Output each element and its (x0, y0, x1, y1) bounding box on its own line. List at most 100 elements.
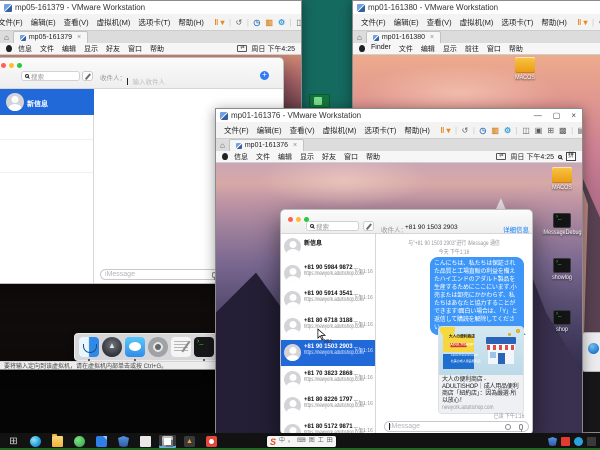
menu-item-编辑[interactable]: 编辑 (274, 152, 296, 162)
tab-close-icon[interactable]: × (293, 142, 297, 149)
taskbar-security-shield-app[interactable] (115, 435, 132, 448)
apple-menu-icon[interactable] (359, 45, 365, 52)
menu-item-信息[interactable]: 信息 (230, 152, 252, 162)
background-mini-window[interactable] (582, 332, 600, 372)
vmware-tabbar[interactable]: ⌂ mp01-161380 × (353, 30, 600, 43)
windows-taskbar[interactable]: ⊞ S 中。⌨图工田 (0, 433, 600, 450)
tab-close-icon[interactable]: × (77, 34, 81, 41)
menu-item-信息[interactable]: 信息 (14, 44, 36, 54)
menu-item-虚拟机(M)[interactable]: 虚拟机(M) (456, 17, 498, 28)
menu-item-帮助[interactable]: 帮助 (505, 44, 527, 54)
link-preview-card[interactable]: 大人の便利商店 ADULTISHOP ADULTISHOP.COM！ 北美の成人… (438, 326, 524, 414)
menu-item-文件(F)[interactable]: 文件(F) (0, 17, 27, 28)
taskbar-file-explorer[interactable] (49, 435, 66, 448)
conversation-row[interactable]: +81 70 3823 2868https://newyork.adultish… (281, 367, 376, 393)
sogou-ime-bar[interactable]: S 中。⌨图工田 (267, 436, 336, 447)
window-titlebar[interactable]: mp01-161376 - VMware Workstation — ▢ × (216, 109, 582, 122)
window-titlebar[interactable]: mp05-161379 - VMware Workstation (0, 1, 301, 14)
toolbar-button[interactable]: ‖ ▾ (212, 18, 227, 27)
menu-item-查看(V)[interactable]: 查看(V) (423, 17, 456, 28)
desktop-icon-showlog[interactable]: showlog (540, 258, 582, 281)
dock-messages-icon[interactable] (125, 337, 145, 357)
menu-item-文件(F)[interactable]: 文件(F) (220, 125, 253, 136)
taskbar-start-button[interactable]: ⊞ (5, 435, 22, 448)
menu-item-文件[interactable]: 文件 (252, 152, 274, 162)
desktop-icon-MACOS[interactable]: MACOS (503, 57, 547, 81)
toolbar-button[interactable]: ◫ (520, 126, 533, 135)
imessage-input[interactable]: iMessage (384, 421, 529, 432)
toolbar-button[interactable]: ◫ (294, 18, 301, 27)
toolbar-button[interactable]: ▥ (263, 18, 276, 27)
tray-blue-app-icon[interactable] (574, 437, 583, 446)
toolbar-button[interactable]: ▤ (575, 126, 582, 135)
menu-item-文件[interactable]: 文件 (395, 44, 417, 54)
minimize-button[interactable] (296, 217, 301, 222)
vmware-tabbar[interactable]: ⌂ mp05-161379 × (0, 30, 301, 43)
close-button[interactable] (1, 63, 6, 68)
desktop-icon-shop[interactable]: shop (540, 310, 582, 333)
toolbar-button[interactable]: ⚙ (501, 126, 513, 135)
conversation-row-selected[interactable]: 新信息 (0, 89, 94, 115)
display-status-icon[interactable]: ⇄ (237, 45, 247, 52)
emoji-icon[interactable] (505, 424, 511, 430)
conversation-row[interactable]: +81 90 5914 3541https://newyork.adultish… (281, 287, 376, 313)
window-titlebar[interactable]: mp01-161380 - VMware Workstation (353, 1, 600, 14)
spotlight-icon[interactable] (558, 155, 562, 159)
desktop-shortcut-icon[interactable] (309, 94, 330, 108)
menu-item-显示[interactable]: 显示 (439, 44, 461, 54)
sogou-tool-icon[interactable]: 中 (279, 436, 285, 447)
vm-screen-center[interactable]: MACOSiMessageDebugshowlogshop 搜索 收件人： +8… (216, 163, 582, 449)
menu-item-好友[interactable]: 好友 (102, 44, 124, 54)
toolbar-button[interactable]: ‖ ▾ (575, 18, 590, 27)
messages-window[interactable]: 搜索 收件人： +81 90 1503 2903 详细信息 新信息+81 90 … (280, 209, 533, 435)
close-button[interactable]: × (571, 111, 576, 120)
toolbar-button[interactable]: ▥ (489, 126, 502, 135)
minimize-button[interactable] (9, 63, 14, 68)
menubar-clock[interactable]: 周日 下午4:25 (251, 44, 295, 54)
menu-item-窗口[interactable]: 窗口 (124, 44, 146, 54)
taskbar-white-doc-app[interactable] (137, 435, 154, 448)
conversation-list[interactable]: 新信息 (0, 89, 94, 283)
menu-item-显示[interactable]: 显示 (296, 152, 318, 162)
vmware-window-center[interactable]: mp01-161376 - VMware Workstation — ▢ × 文… (215, 108, 583, 450)
toolbar-button[interactable]: ⚙ (275, 18, 287, 27)
imessage-input[interactable]: iMessage (100, 269, 221, 280)
menu-item-好友[interactable]: 好友 (318, 152, 340, 162)
sogou-logo-icon[interactable]: S (270, 437, 276, 447)
menu-item-帮助(H)[interactable]: 帮助(H) (174, 17, 207, 28)
home-tab-icon[interactable]: ⌂ (218, 141, 229, 151)
menu-item-帮助[interactable]: 帮助 (146, 44, 168, 54)
toolbar-button[interactable]: ▩ (557, 126, 570, 135)
tab-close-icon[interactable]: × (430, 34, 434, 41)
toolbar-button[interactable]: ↺ (459, 126, 471, 135)
tray-red-app-icon[interactable] (561, 437, 570, 446)
toolbar-button[interactable]: ⊞ (545, 126, 557, 135)
menu-item-虚拟机(M)[interactable]: 虚拟机(M) (319, 125, 361, 136)
dock-textedit-icon[interactable] (171, 337, 191, 357)
taskbar-blue-doc-app[interactable] (93, 435, 110, 448)
conversation-row[interactable]: +81 80 8226 1797https://newyork.adultish… (281, 393, 376, 419)
vm-tab[interactable]: mp01-161376 × (229, 139, 304, 151)
display-status-icon[interactable]: ⇄ (496, 153, 506, 160)
menu-item-编辑(E)[interactable]: 编辑(E) (253, 125, 286, 136)
conversation-list[interactable]: 新信息+81 90 5984 9872https://newyork.adult… (281, 234, 376, 434)
system-tray[interactable] (548, 437, 596, 446)
menu-item-选项卡(T)[interactable]: 选项卡(T) (497, 17, 537, 28)
menu-item-前往[interactable]: 前往 (461, 44, 483, 54)
menu-item-帮助(H)[interactable]: 帮助(H) (537, 17, 570, 28)
toolbar-button[interactable]: ◷ (251, 18, 263, 27)
menu-item-窗口[interactable]: 窗口 (483, 44, 505, 54)
dock-terminal-icon[interactable] (194, 337, 214, 357)
maximize-button[interactable]: ▢ (553, 111, 561, 120)
sogou-tool-icon[interactable]: 图 (309, 436, 315, 447)
taskbar-edge-browser[interactable] (27, 435, 44, 448)
conversation-row[interactable]: +81 90 5984 9872https://newyork.adultish… (281, 261, 376, 287)
sogou-tool-icon[interactable]: 工 (318, 436, 324, 447)
search-input[interactable]: 搜索 (21, 71, 80, 81)
menu-item-帮助(H)[interactable]: 帮助(H) (400, 125, 433, 136)
menu-item-编辑(E)[interactable]: 编辑(E) (390, 17, 423, 28)
conversation-row[interactable]: 新信息 (281, 234, 376, 260)
dictation-mic-icon[interactable] (519, 424, 523, 430)
desktop-icon-MACOS[interactable]: MACOS (540, 167, 582, 191)
search-input[interactable]: 搜索 (306, 221, 359, 231)
